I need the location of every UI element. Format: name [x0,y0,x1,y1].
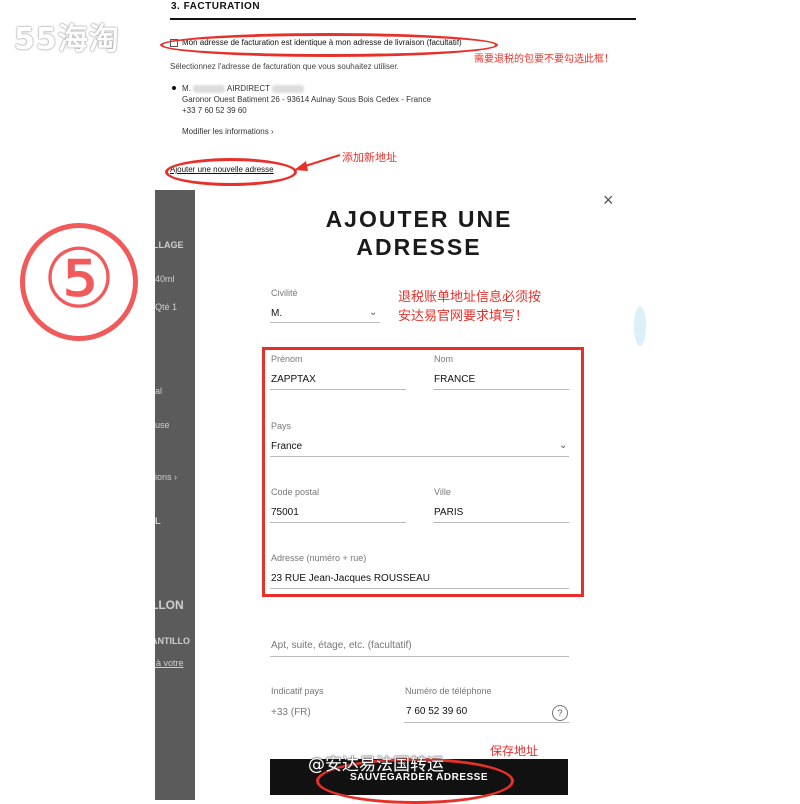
address-name-suffix: AIRDIRECT [226,84,270,93]
nom-field[interactable]: FRANCE [434,374,475,385]
bg-fragment: LLON [155,598,184,612]
address-line: Garonor Ouest Batiment 26 - 93614 Aulnay… [182,95,432,104]
modal-title-line1: AJOUTER UNE [325,206,513,232]
annotation-required-note: 退税账单地址信息必须按 安达易官网要求填写！ [398,288,541,326]
prenom-field[interactable]: ZAPPTAX [271,374,316,385]
saved-address[interactable]: M. AIRDIRECT Garonor Ouest Batiment 26 -… [172,83,431,116]
prenom-label: Prénom [271,354,303,364]
bg-fragment: ANTILLO [155,636,190,646]
blurred-name-end [272,84,305,93]
section-divider [170,18,636,20]
indicatif-label: Indicatif pays [271,686,324,696]
ville-label: Ville [434,487,451,497]
nom-label: Nom [434,354,454,364]
annotation-required-line1: 退税账单地址信息必须按 [398,290,542,305]
select-address-hint: Sélectionnez l'adresse de facturation qu… [170,62,399,71]
bg-fragment: use [155,420,170,430]
close-icon[interactable]: × [603,190,614,211]
bg-fragment: L [155,516,161,526]
civilite-select[interactable]: M. [271,308,282,319]
annotation-ellipse-checkbox [160,33,498,57]
dimmed-background: LLAGE 40ml Qté 1 al use ions › L LLON AN… [155,190,195,800]
bg-fragment: 40ml [155,274,175,284]
modal-title: AJOUTER UNE ADRESSE [296,205,542,261]
pays-underline [270,456,569,457]
watermark-logo: 55海淘 [14,22,120,57]
adresse-underline [270,588,569,589]
blurred-name [193,84,226,93]
adresse-label: Adresse (numéro + rue) [271,553,367,563]
step-number-badge: ⑤ [20,223,138,341]
ville-underline [433,522,569,523]
annotation-ellipse-add [165,158,297,186]
annotation-checkbox-note: 需要退税的包要不要勾选此框！ [474,54,614,65]
bg-fragment: t à votre [155,658,184,668]
apt-field[interactable]: Apt, suite, étage, etc. (facultatif) [271,640,412,651]
address-name-prefix: M. [182,84,191,93]
bg-fragment: LLAGE [155,240,184,250]
pays-select[interactable]: France [271,441,302,452]
help-icon[interactable]: ? [552,705,568,721]
modify-info-link[interactable]: Modifier les informations › [182,127,274,136]
code-postal-underline [270,522,406,523]
radio-selected-icon[interactable] [172,86,176,90]
nom-underline [433,389,569,390]
pays-label: Pays [271,421,292,431]
telephone-label: Numéro de téléphone [405,686,492,696]
chevron-down-icon[interactable]: ⌄ [369,307,377,318]
annotation-add-note: 添加新地址 [342,151,397,164]
code-postal-label: Code postal [271,487,320,497]
address-phone: +33 7 60 52 39 60 [182,106,247,115]
section-title: 3. FACTURATION [171,1,261,12]
bg-fragment: ions › [155,472,178,482]
edge-decoration [634,306,646,346]
annotation-save-note: 保存地址 [490,744,539,758]
prenom-underline [270,389,406,390]
bottom-watermark: @安达易法国转运 [308,755,444,775]
modal-title-line2: ADRESSE [356,234,482,260]
code-postal-field[interactable]: 75001 [271,507,299,518]
bg-fragment: al [155,386,163,396]
annotation-required-line2: 安达易官网要求填写！ [398,309,529,324]
indicatif-value: +33 (FR) [271,707,311,718]
ville-field[interactable]: PARIS [434,507,463,518]
adresse-field[interactable]: 23 RUE Jean-Jacques ROUSSEAU [271,573,430,584]
apt-underline [270,656,569,657]
annotation-arrow-icon [294,154,341,171]
civilite-underline [270,322,380,323]
telephone-field[interactable]: 7 60 52 39 60 [406,706,467,717]
chevron-down-icon[interactable]: ⌄ [559,440,567,451]
bg-fragment: Qté 1 [155,302,178,312]
telephone-underline [404,722,569,723]
civilite-label: Civilité [271,288,298,298]
